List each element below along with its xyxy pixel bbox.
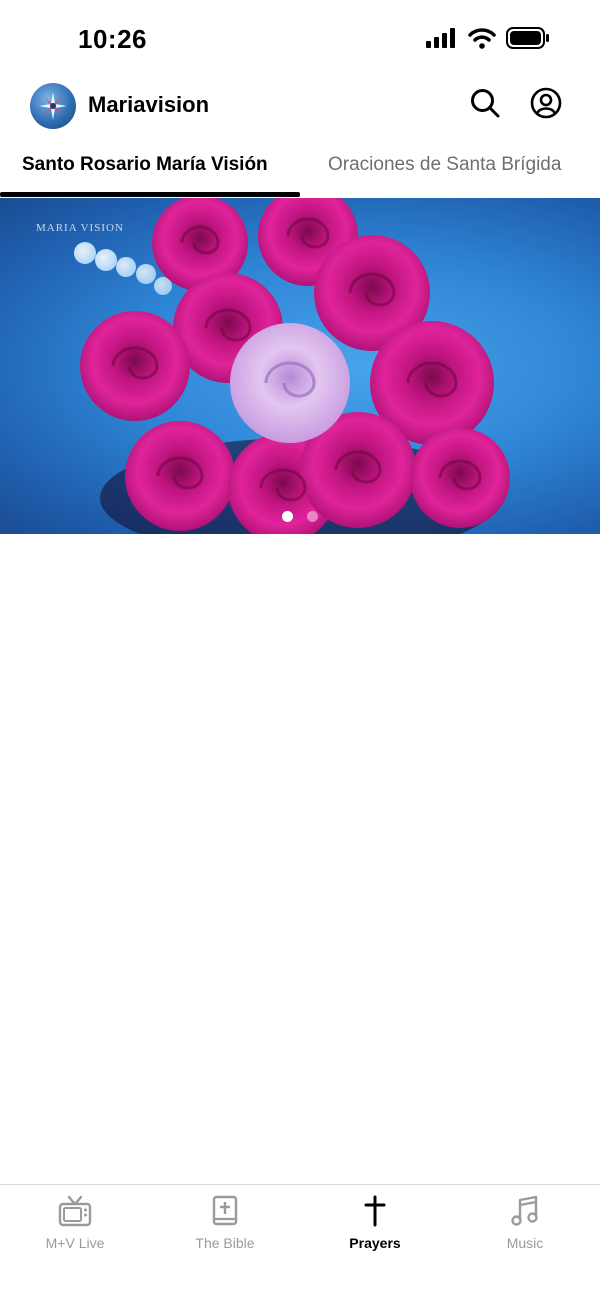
app-header: Mariavision xyxy=(0,80,600,136)
tab-mv-live[interactable]: M+V Live xyxy=(0,1193,150,1251)
status-icons xyxy=(426,27,550,54)
cross-icon xyxy=(357,1193,393,1229)
status-bar: 10:26 xyxy=(0,0,600,80)
tab-prayers[interactable]: Prayers xyxy=(300,1193,450,1251)
tab-label-music: Music xyxy=(506,1235,544,1251)
tab-music[interactable]: Music xyxy=(450,1193,600,1251)
bottom-tab-bar: M+V Live The Bible Prayers Music xyxy=(0,1184,600,1300)
tab-label-prayers: Prayers xyxy=(349,1235,401,1251)
battery-icon xyxy=(506,27,550,54)
active-tab-indicator xyxy=(0,192,300,197)
music-note-icon xyxy=(507,1193,543,1229)
tab-label-mv-live: M+V Live xyxy=(45,1235,105,1251)
search-button[interactable] xyxy=(468,88,502,122)
tab-label-the-bible: The Bible xyxy=(195,1235,255,1251)
profile-icon xyxy=(530,87,562,124)
tab-santo-rosario[interactable]: Santo Rosario María Visión xyxy=(22,154,268,176)
app-title: Mariavision xyxy=(88,92,210,117)
category-tabs: Santo Rosario María Visión Oraciones de … xyxy=(0,146,600,198)
carousel-dot-1[interactable] xyxy=(282,511,293,522)
roses-image xyxy=(74,198,510,534)
wifi-icon xyxy=(468,27,496,54)
status-time: 10:26 xyxy=(78,24,147,54)
tab-oraciones-santa-brigida[interactable]: Oraciones de Santa Brígida xyxy=(328,154,561,176)
search-icon xyxy=(470,88,500,123)
mariavision-logo-icon xyxy=(30,83,76,129)
bible-icon xyxy=(207,1193,243,1229)
featured-carousel[interactable]: MARIA VISION xyxy=(0,198,600,534)
carousel-dot-2[interactable] xyxy=(307,511,318,522)
tv-icon xyxy=(57,1193,93,1229)
profile-button[interactable] xyxy=(529,87,563,124)
signal-icon xyxy=(426,28,458,53)
carousel-pagination xyxy=(0,511,600,522)
maria-vision-watermark: MARIA VISION xyxy=(36,222,124,234)
tab-the-bible[interactable]: The Bible xyxy=(150,1193,300,1251)
